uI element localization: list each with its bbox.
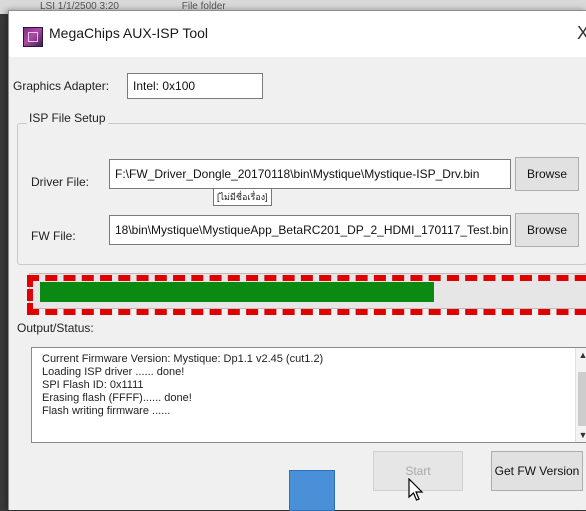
scroll-up-icon[interactable]: ▲ — [576, 348, 586, 362]
aux-isp-tool-window: MegaChips AUX-ISP Tool X Graphics Adapte… — [8, 10, 586, 510]
graphics-adapter-field[interactable]: Intel: 0x100 — [127, 73, 263, 99]
output-status-box[interactable]: Current Firmware Version: Mystique: Dp1.… — [31, 347, 586, 443]
title-tooltip: [ไม่มีชื่อเรื่อง] — [213, 188, 272, 206]
driver-browse-button[interactable]: Browse — [515, 157, 579, 191]
status-line: Current Firmware Version: Mystique: Dp1.… — [42, 353, 324, 365]
progress-highlight-annotation — [27, 275, 586, 315]
status-line: Flash writing firmware ...... — [42, 405, 171, 417]
fw-file-label: FW File: — [31, 229, 76, 243]
driver-file-label: Driver File: — [31, 175, 90, 189]
megachips-app-icon — [23, 27, 43, 47]
isp-file-setup-title: ISP File Setup — [27, 111, 108, 125]
window-title: MegaChips AUX-ISP Tool — [49, 25, 209, 41]
output-status-label: Output/Status: — [17, 321, 94, 335]
scroll-thumb[interactable] — [578, 372, 586, 426]
driver-file-field[interactable]: F:\FW_Driver_Dongle_20170118\bin\Mystiqu… — [109, 159, 511, 189]
taskbar-blue-square — [289, 470, 335, 511]
status-line: Erasing flash (FFFF)...... done! — [42, 392, 192, 404]
status-line: SPI Flash ID: 0x1111 — [42, 379, 144, 391]
mouse-pointer-icon — [408, 478, 424, 501]
fw-file-field[interactable]: 18\bin\Mystique\MystiqueApp_BetaRC201_DP… — [109, 215, 511, 245]
close-icon[interactable]: X — [577, 23, 586, 44]
status-line: Loading ISP driver ...... done! — [42, 366, 185, 378]
get-fw-version-button[interactable]: Get FW Version — [491, 451, 583, 491]
graphics-adapter-label: Graphics Adapter: — [13, 79, 110, 93]
status-scrollbar[interactable]: ▲ ▼ — [575, 348, 586, 442]
fw-browse-button[interactable]: Browse — [515, 213, 579, 247]
title-bar[interactable]: MegaChips AUX-ISP Tool X — [9, 11, 586, 57]
scroll-down-icon[interactable]: ▼ — [576, 428, 586, 442]
